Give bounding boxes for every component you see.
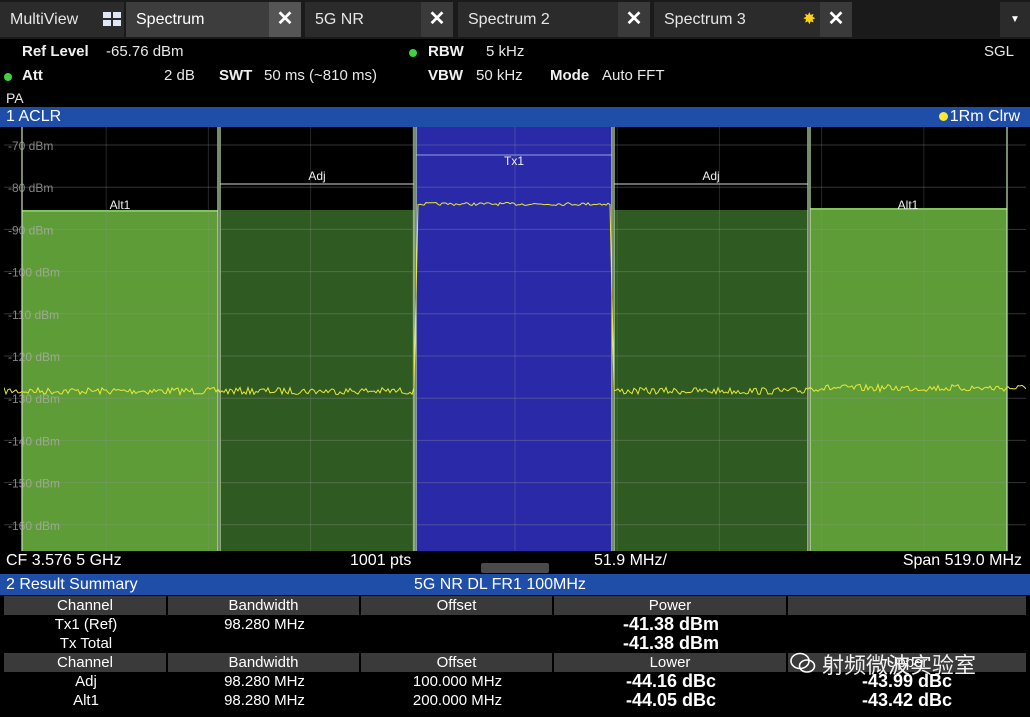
vbw-label[interactable]: VBW bbox=[428, 67, 463, 84]
lower-cell: -44.16 dBc bbox=[625, 671, 717, 691]
diagram-header: 1 ACLR 1Rm Clrw bbox=[0, 107, 1030, 127]
y-tick-label: -110 dBm bbox=[8, 308, 59, 322]
offset-cell: 100.000 MHz bbox=[412, 673, 503, 690]
channel-label: Alt1 bbox=[898, 198, 919, 212]
settings-panel: Ref Level -65.76 dBm RBW 5 kHz SGL Att 2… bbox=[0, 39, 1030, 107]
channel-cell: Tx Total bbox=[59, 635, 113, 652]
tab-spectrum[interactable]: Spectrum ✕ bbox=[126, 2, 301, 37]
swt-label[interactable]: SWT bbox=[219, 67, 252, 84]
close-icon[interactable]: ✕ bbox=[269, 2, 301, 37]
tx1-channel bbox=[416, 127, 612, 551]
y-tick-label: -90 dBm bbox=[8, 223, 53, 237]
frequency-per-division: 51.9 MHz/ bbox=[594, 552, 667, 569]
tab-multiview[interactable]: MultiView bbox=[0, 2, 124, 37]
alt1-lower-channel bbox=[22, 210, 218, 551]
rbw-value[interactable]: 5 kHz bbox=[486, 43, 524, 60]
close-icon[interactable]: ✕ bbox=[421, 2, 453, 37]
spectrum-plot[interactable]: -70 dBm -80 dBm -90 dBm -100 dBm -110 dBm -12… bbox=[4, 127, 1026, 551]
trace-dot-icon bbox=[938, 112, 948, 121]
table-row: Tx1 (Ref) 98.280 MHz -41.38 dBm bbox=[4, 615, 1026, 634]
upper-cell: -43.42 dBc bbox=[861, 690, 953, 710]
tab-label: Spectrum 2 bbox=[468, 11, 550, 28]
mode-label[interactable]: Mode bbox=[550, 67, 589, 84]
column-header: Offset bbox=[361, 653, 554, 672]
bandwidth-cell: 98.280 MHz bbox=[224, 673, 305, 690]
ref-level-label[interactable]: Ref Level bbox=[22, 43, 89, 60]
table-row: Alt1 98.280 MHz 200.000 MHz -44.05 dBc -… bbox=[4, 691, 1026, 710]
channel-label: Adj bbox=[308, 169, 325, 183]
trace-indicator[interactable]: 1Rm Clrw bbox=[938, 107, 1020, 127]
span[interactable]: Span 519.0 MHz bbox=[903, 551, 1022, 571]
column-header: Bandwidth bbox=[168, 596, 361, 615]
tab-label: Spectrum 3 bbox=[664, 11, 746, 28]
column-header: Channel bbox=[4, 596, 168, 615]
trace-label: 1Rm Clrw bbox=[949, 108, 1020, 125]
channel-label: Tx1 bbox=[504, 154, 524, 168]
y-tick-label: -70 dBm bbox=[8, 139, 53, 153]
y-tick-label: -100 dBm bbox=[8, 266, 60, 280]
star-icon: ✸ bbox=[802, 11, 816, 28]
result-summary-header: 2 Result Summary 5G NR DL FR1 100MHz bbox=[0, 574, 1030, 595]
tab-bar: MultiView Spectrum ✕ 5G NR ✕ Spectrum 2 … bbox=[0, 0, 1030, 39]
table-header-row: Channel Bandwidth Offset Power bbox=[4, 596, 1026, 615]
watermark-text: 射频微波实验室 bbox=[822, 654, 977, 679]
sweep-points: 1001 pts bbox=[350, 552, 412, 569]
splitter-handle[interactable] bbox=[481, 563, 549, 573]
att-value[interactable]: 2 dB bbox=[164, 67, 195, 84]
pa-label: PA bbox=[6, 90, 24, 106]
column-header: Offset bbox=[361, 596, 554, 615]
alt1-upper-channel bbox=[810, 208, 1007, 551]
adj-lower-channel bbox=[220, 210, 415, 551]
bandwidth-cell: 98.280 MHz bbox=[224, 616, 305, 633]
column-header: Lower bbox=[554, 653, 788, 672]
column-header: Bandwidth bbox=[168, 653, 361, 672]
channel-cell: Adj bbox=[75, 673, 97, 690]
adj-upper-channel bbox=[614, 210, 808, 551]
close-icon[interactable]: ✕ bbox=[820, 2, 852, 37]
tab-spectrum-3[interactable]: Spectrum 3 ✸ ✕ bbox=[654, 2, 852, 37]
wechat-icon bbox=[790, 652, 816, 673]
y-tick-label: -150 dBm bbox=[8, 477, 60, 491]
tab-label: Spectrum bbox=[136, 11, 205, 28]
rbw-coupling-icon bbox=[409, 49, 417, 57]
lower-cell: -44.05 dBc bbox=[625, 690, 717, 710]
standard-label: 5G NR DL FR1 100MHz bbox=[414, 576, 586, 593]
column-header-empty bbox=[788, 596, 1026, 615]
swt-value[interactable]: 50 ms (~810 ms) bbox=[264, 67, 377, 84]
att-coupling-icon bbox=[4, 73, 12, 81]
y-tick-label: -80 dBm bbox=[8, 181, 53, 195]
att-label[interactable]: Att bbox=[22, 67, 43, 84]
channel-cell: Alt1 bbox=[73, 692, 99, 709]
diagram-title: 1 ACLR bbox=[6, 108, 62, 125]
rbw-label[interactable]: RBW bbox=[428, 43, 464, 60]
power-cell: -41.38 dBm bbox=[622, 614, 720, 634]
tab-5g-nr[interactable]: 5G NR ✕ bbox=[305, 2, 453, 37]
y-tick-label: -160 dBm bbox=[8, 519, 60, 533]
tab-dropdown-button[interactable]: ▼ bbox=[1000, 2, 1030, 37]
tab-label: MultiView bbox=[10, 11, 79, 28]
offset-cell: 200.000 MHz bbox=[412, 692, 503, 709]
multiview-grid-icon bbox=[103, 12, 121, 26]
spectrum-plot-svg: -70 dBm -80 dBm -90 dBm -100 dBm -110 dBm -12… bbox=[4, 127, 1026, 551]
tab-label: 5G NR bbox=[315, 11, 364, 28]
mode-value[interactable]: Auto FFT bbox=[602, 67, 665, 84]
bandwidth-cell: 98.280 MHz bbox=[224, 692, 305, 709]
tab-spectrum-2[interactable]: Spectrum 2 ✕ bbox=[458, 2, 650, 37]
channel-label: Alt1 bbox=[110, 198, 131, 212]
vbw-value[interactable]: 50 kHz bbox=[476, 67, 523, 84]
sgl-indicator: SGL bbox=[983, 43, 1014, 60]
y-tick-label: -120 dBm bbox=[8, 350, 60, 364]
channel-cell: Tx1 (Ref) bbox=[54, 616, 118, 633]
ref-level-value[interactable]: -65.76 dBm bbox=[106, 43, 184, 60]
channel-label: Adj bbox=[702, 169, 719, 183]
column-header: Power bbox=[554, 596, 788, 615]
center-frequency[interactable]: CF 3.576 5 GHz bbox=[6, 551, 122, 571]
y-tick-label: -140 dBm bbox=[8, 434, 60, 448]
close-icon[interactable]: ✕ bbox=[618, 2, 650, 37]
result-summary-title: 2 Result Summary bbox=[6, 576, 138, 593]
column-header: Channel bbox=[4, 653, 168, 672]
power-cell: -41.38 dBm bbox=[622, 633, 720, 653]
